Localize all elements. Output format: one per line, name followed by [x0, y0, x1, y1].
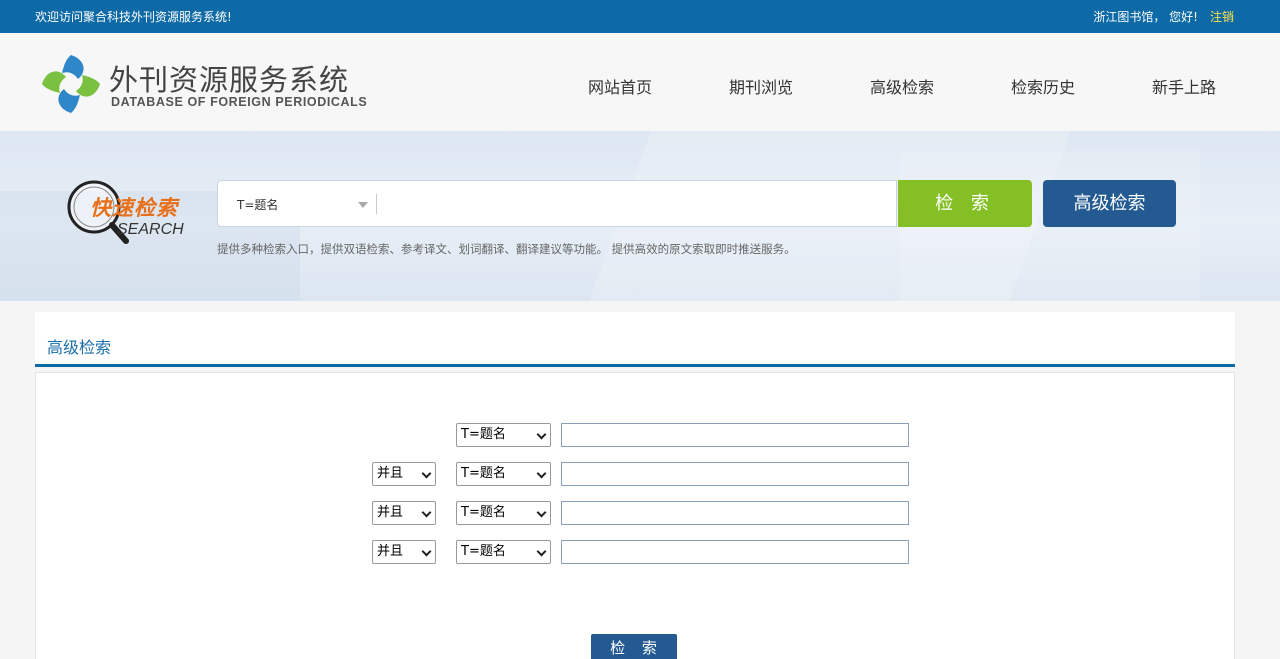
logic-select-2[interactable]: 并且	[372, 462, 436, 486]
quick-search-field-select[interactable]: T=题名	[237, 196, 278, 213]
quick-search-banner: 快速检索 SEARCH T=题名 检 索 高级检索 提供多种检索入口，提供双语检…	[0, 131, 1280, 301]
advanced-search-submit-button[interactable]: 检 索	[591, 634, 677, 659]
field-select-3[interactable]: T=题名	[456, 501, 551, 525]
divider	[376, 194, 377, 214]
query-input-2[interactable]	[561, 462, 909, 486]
query-input-3[interactable]	[561, 501, 909, 525]
query-input-1[interactable]	[561, 423, 909, 447]
logic-select-value: 并且	[377, 505, 404, 520]
advanced-search-header: 高级检索	[35, 312, 1235, 367]
nav-browse[interactable]: 期刊浏览	[729, 74, 793, 98]
chevron-down-icon	[536, 546, 547, 557]
field-select-value: T=题名	[461, 466, 506, 481]
field-select-2[interactable]: T=题名	[456, 462, 551, 486]
logic-select-value: 并且	[377, 544, 404, 559]
quick-search-subtitle: SEARCH	[117, 221, 184, 238]
logic-select-3[interactable]: 并且	[372, 501, 436, 525]
quick-search-input[interactable]	[383, 189, 888, 219]
field-select-value: T=题名	[461, 505, 506, 520]
site-header: 外刊资源服务系统 DATABASE OF FOREIGN PERIODICALS…	[0, 33, 1280, 131]
nav-beginner-guide[interactable]: 新手上路	[1152, 74, 1216, 98]
chevron-down-icon	[536, 468, 547, 479]
query-input-4[interactable]	[561, 540, 909, 564]
chevron-down-icon	[536, 507, 547, 518]
quick-search-title: 快速检索	[90, 196, 178, 220]
top-bar: 欢迎访问聚合科技外刊资源服务系统! 浙江图书馆， 您好! 注销	[0, 0, 1280, 33]
welcome-text: 欢迎访问聚合科技外刊资源服务系统!	[35, 10, 232, 24]
logout-link[interactable]: 注销	[1210, 8, 1234, 25]
field-select-4[interactable]: T=题名	[456, 540, 551, 564]
nav-search-history[interactable]: 检索历史	[1011, 74, 1075, 98]
quick-search-button[interactable]: 检 索	[898, 180, 1032, 227]
advanced-search-button[interactable]: 高级检索	[1043, 180, 1176, 227]
main-nav: 网站首页 期刊浏览 高级检索 检索历史 新手上路	[0, 74, 1280, 98]
chevron-down-icon	[421, 546, 432, 557]
user-greeting: 浙江图书馆， 您好!	[1093, 10, 1198, 24]
chevron-down-icon	[536, 429, 547, 440]
caret-down-icon[interactable]	[358, 202, 368, 208]
nav-home[interactable]: 网站首页	[588, 74, 652, 98]
field-select-1[interactable]: T=题名	[456, 423, 551, 447]
field-select-value: T=题名	[461, 427, 506, 442]
panel-title: 高级检索	[47, 338, 112, 357]
chevron-down-icon	[421, 468, 432, 479]
logic-select-4[interactable]: 并且	[372, 540, 436, 564]
field-select-value: T=题名	[461, 544, 506, 559]
logic-select-value: 并且	[377, 466, 404, 481]
nav-advanced-search[interactable]: 高级检索	[870, 74, 934, 98]
quick-search-description: 提供多种检索入口，提供双语检索、参考译文、划词翻译、翻译建议等功能。 提供高效的…	[217, 242, 796, 256]
quick-search-box: T=题名	[217, 180, 897, 227]
chevron-down-icon	[421, 507, 432, 518]
